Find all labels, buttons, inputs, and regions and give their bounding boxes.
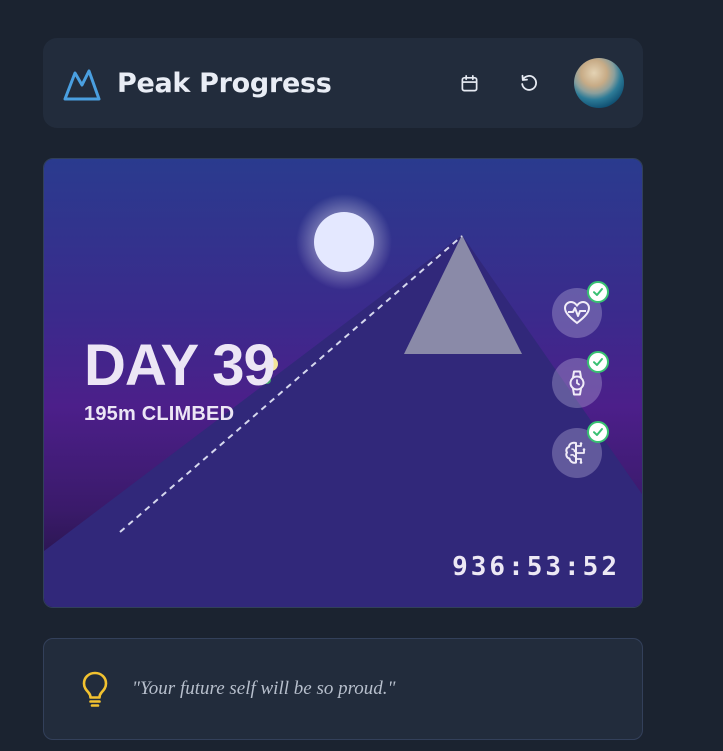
progress-scene: DAY 39 195m CLIMBED 936:53:52	[43, 158, 643, 608]
motivation-quote-card: "Your future self will be so proud."	[43, 638, 643, 740]
mountain-logo-icon	[63, 69, 101, 101]
completed-check-icon	[587, 281, 609, 303]
calendar-icon	[461, 74, 477, 91]
app-title: Peak Progress	[117, 67, 332, 99]
quote-text: "Your future self will be so proud."	[132, 678, 396, 699]
habit-badge-brain[interactable]	[552, 421, 609, 478]
calendar-button[interactable]	[454, 68, 484, 98]
brain-icon	[565, 441, 586, 464]
refresh-icon	[521, 74, 537, 91]
habit-badge-heart[interactable]	[552, 281, 609, 338]
refresh-button[interactable]	[514, 68, 544, 98]
header-actions	[454, 58, 624, 108]
day-counter: DAY 39	[84, 333, 276, 398]
user-avatar[interactable]	[574, 58, 624, 108]
completed-check-icon	[587, 421, 609, 443]
heart-pulse-icon	[563, 300, 591, 325]
elapsed-timer: 936:53:52	[452, 552, 620, 582]
completed-check-icon	[587, 351, 609, 373]
app-header: Peak Progress	[43, 38, 643, 128]
lightbulb-icon	[82, 671, 108, 707]
watch-icon	[569, 370, 585, 396]
habit-badge-watch[interactable]	[552, 351, 609, 408]
climbed-distance: 195m CLIMBED	[84, 403, 235, 425]
